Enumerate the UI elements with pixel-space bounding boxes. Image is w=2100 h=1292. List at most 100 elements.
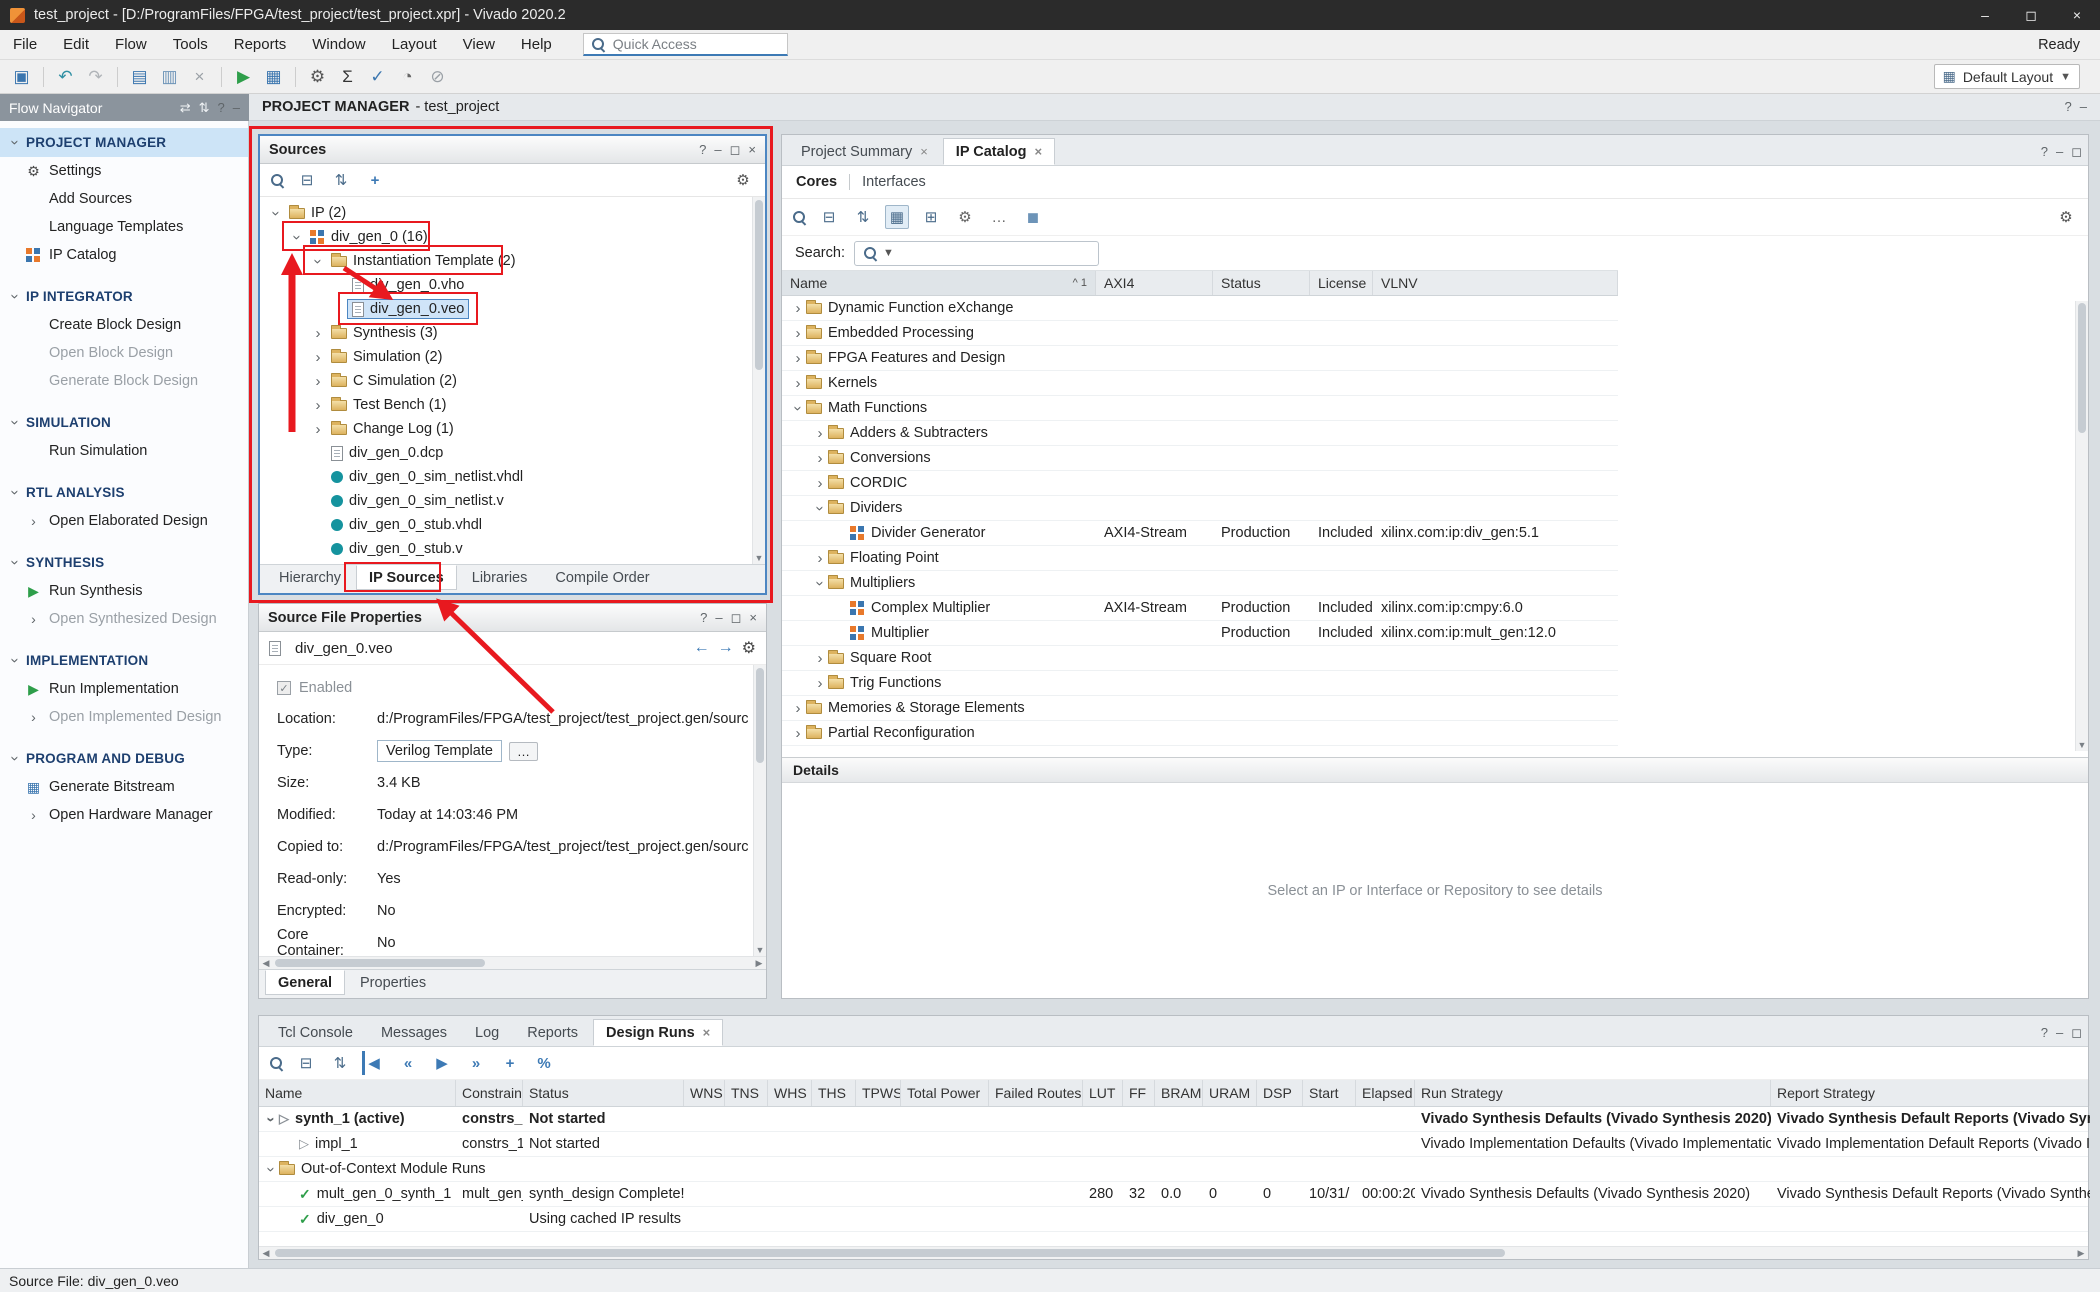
collapse-all-icon[interactable]: ⊟	[295, 168, 319, 192]
history-icon[interactable]: ◔	[394, 64, 421, 90]
chevron-right-icon[interactable]: ›	[812, 425, 828, 442]
menu-tools[interactable]: Tools	[160, 30, 221, 59]
source-tree-item-instantiation-template-2[interactable]: › Instantiation Template (2)	[260, 249, 765, 273]
back-icon[interactable]: ←	[694, 639, 710, 657]
chevron-down-icon[interactable]: ›	[268, 205, 285, 221]
scrollbar-thumb[interactable]	[275, 1249, 1505, 1257]
design-run-row-div-gen-0[interactable]: ✓div_gen_0Using cached IP results	[259, 1207, 2088, 1232]
ip-catalog-row-multiplier[interactable]: MultiplierProductionIncludedxilinx.com:i…	[782, 621, 1618, 646]
chevron-right-icon[interactable]: ›	[812, 550, 828, 567]
chevron-down-icon[interactable]: ›	[289, 229, 306, 245]
save-icon[interactable]: ▣	[8, 64, 35, 90]
menu-flow[interactable]: Flow	[102, 30, 160, 59]
ip-catalog-row-divider-generator[interactable]: Divider GeneratorAXI4-StreamProductionIn…	[782, 521, 1618, 546]
minimize-icon[interactable]: –	[2056, 1025, 2063, 1040]
minimize-button[interactable]: –	[1962, 0, 2008, 30]
more-icon[interactable]: …	[987, 205, 1011, 229]
percent-icon[interactable]: %	[532, 1051, 556, 1075]
float-icon[interactable]: ◻	[2071, 1025, 2082, 1041]
source-tree-item-div-gen-0-vho[interactable]: div_gen_0.vho	[260, 273, 765, 297]
layout-dropdown[interactable]: ▦ Default Layout ▼	[1934, 64, 2080, 89]
column-header-ff[interactable]: FF	[1123, 1080, 1155, 1106]
column-header-status[interactable]: Status	[1213, 271, 1310, 295]
column-header-lut[interactable]: LUT	[1083, 1080, 1123, 1106]
settings-icon[interactable]: ⚙	[2054, 205, 2078, 229]
scroll-right-icon[interactable]: ▶	[2074, 1247, 2088, 1259]
sfp-vertical-scrollbar[interactable]: ▼	[753, 665, 766, 956]
scroll-left-icon[interactable]: ◀	[259, 1247, 273, 1259]
menu-window[interactable]: Window	[299, 30, 378, 59]
close-icon[interactable]: ×	[748, 142, 756, 157]
column-header-tpws[interactable]: TPWS	[856, 1080, 901, 1106]
column-header-tns[interactable]: TNS	[725, 1080, 768, 1106]
expand-sort-icon[interactable]: ⇅	[328, 1051, 352, 1075]
cancel-icon[interactable]: ⊘	[424, 64, 451, 90]
flow-item-run-synthesis[interactable]: ▶ Run Synthesis	[0, 577, 248, 605]
chevron-down-icon[interactable]: ›	[790, 400, 807, 416]
scrollbar-thumb[interactable]	[756, 668, 764, 763]
source-tree-item-test-bench-1[interactable]: › Test Bench (1)	[260, 393, 765, 417]
first-icon[interactable]: ◀	[362, 1051, 386, 1075]
source-tree-item-div-gen-0-sim-netlist-v[interactable]: div_gen_0_sim_netlist.v	[260, 489, 765, 513]
tab-messages[interactable]: Messages	[368, 1019, 460, 1046]
search-icon[interactable]	[270, 173, 285, 188]
ip-catalog-row-conversions[interactable]: ›Conversions	[782, 446, 1618, 471]
flow-item-language-templates[interactable]: Language Templates	[0, 213, 248, 241]
taxonomy-view-icon[interactable]: ▦	[885, 205, 909, 229]
maximize-button[interactable]: ◻	[2008, 0, 2054, 30]
menu-view[interactable]: View	[450, 30, 508, 59]
column-header-wns[interactable]: WNS	[684, 1080, 725, 1106]
chevron-right-icon[interactable]: ›	[310, 349, 326, 366]
source-tree-item-c-simulation-2[interactable]: › C Simulation (2)	[260, 369, 765, 393]
column-header-start[interactable]: Start	[1303, 1080, 1356, 1106]
flow-item-run-simulation[interactable]: Run Simulation	[0, 437, 248, 465]
menu-help[interactable]: Help	[508, 30, 565, 59]
column-header-dsp[interactable]: DSP	[1257, 1080, 1303, 1106]
close-icon[interactable]: ×	[920, 144, 928, 159]
flow-item-open-elaborated-design[interactable]: › Open Elaborated Design	[0, 507, 248, 535]
ip-catalog-row-memories-storage-elements[interactable]: ›Memories & Storage Elements	[782, 696, 1618, 721]
design-run-row-out-of-context-module-runs[interactable]: ›Out-of-Context Module Runs	[259, 1157, 2088, 1182]
ip-catalog-row-trig-functions[interactable]: ›Trig Functions	[782, 671, 1618, 696]
column-header-name[interactable]: Name^ 1	[782, 271, 1096, 295]
column-header-bram[interactable]: BRAM	[1155, 1080, 1203, 1106]
scroll-right-icon[interactable]: ▶	[752, 957, 766, 969]
ip-catalog-row-dividers[interactable]: ›Dividers	[782, 496, 1618, 521]
chevron-right-icon[interactable]: ›	[310, 325, 326, 342]
tab-properties[interactable]: Properties	[347, 970, 439, 995]
flow-item-open-synthesized-design[interactable]: › Open Synthesized Design	[0, 605, 248, 633]
tab-general[interactable]: General	[265, 970, 345, 995]
sources-vertical-scrollbar[interactable]: ▼	[752, 197, 765, 564]
column-header-whs[interactable]: WHS	[768, 1080, 812, 1106]
chevron-right-icon[interactable]: ›	[310, 373, 326, 390]
flow-section-project-manager[interactable]: › PROJECT MANAGER	[0, 128, 248, 157]
expand-sort-icon[interactable]: ⇅	[851, 205, 875, 229]
flow-item-open-implemented-design[interactable]: › Open Implemented Design	[0, 703, 248, 731]
flow-item-generate-bitstream[interactable]: ▦ Generate Bitstream	[0, 773, 248, 801]
flow-item-generate-block-design[interactable]: Generate Block Design	[0, 367, 248, 395]
expand-sort-icon[interactable]: ⇅	[329, 168, 353, 192]
flow-item-settings[interactable]: ⚙ Settings	[0, 157, 248, 185]
type-combo[interactable]: Verilog Template	[377, 740, 502, 762]
close-icon[interactable]: ×	[703, 1025, 711, 1040]
float-icon[interactable]: ◻	[731, 610, 742, 625]
undo-icon[interactable]: ↶	[52, 64, 79, 90]
run-status-icon[interactable]: ▦	[260, 64, 287, 90]
ip-catalog-row-floating-point[interactable]: ›Floating Point	[782, 546, 1618, 571]
flow-item-open-hardware-manager[interactable]: › Open Hardware Manager	[0, 801, 248, 829]
validate-icon[interactable]: ✓	[364, 64, 391, 90]
pin-icon[interactable]: ⇄	[180, 100, 191, 115]
flow-item-add-sources[interactable]: Add Sources	[0, 185, 248, 213]
menu-layout[interactable]: Layout	[379, 30, 450, 59]
redo-icon[interactable]: ↷	[82, 64, 109, 90]
chevron-right-icon[interactable]: ›	[310, 397, 326, 414]
tab-reports[interactable]: Reports	[514, 1019, 591, 1046]
float-icon[interactable]: ◻	[2071, 144, 2082, 160]
tab-ip-catalog[interactable]: IP Catalog×	[943, 138, 1055, 165]
settings-icon[interactable]: ⚙	[731, 168, 755, 192]
help-icon[interactable]: ?	[2041, 1025, 2048, 1040]
sfp-horizontal-scrollbar[interactable]: ◀ ▶	[259, 956, 766, 969]
source-tree-item-div-gen-0-veo[interactable]: div_gen_0.veo	[260, 297, 765, 321]
column-header-vlnv[interactable]: VLNV	[1373, 271, 1618, 295]
column-header-ths[interactable]: THS	[812, 1080, 856, 1106]
